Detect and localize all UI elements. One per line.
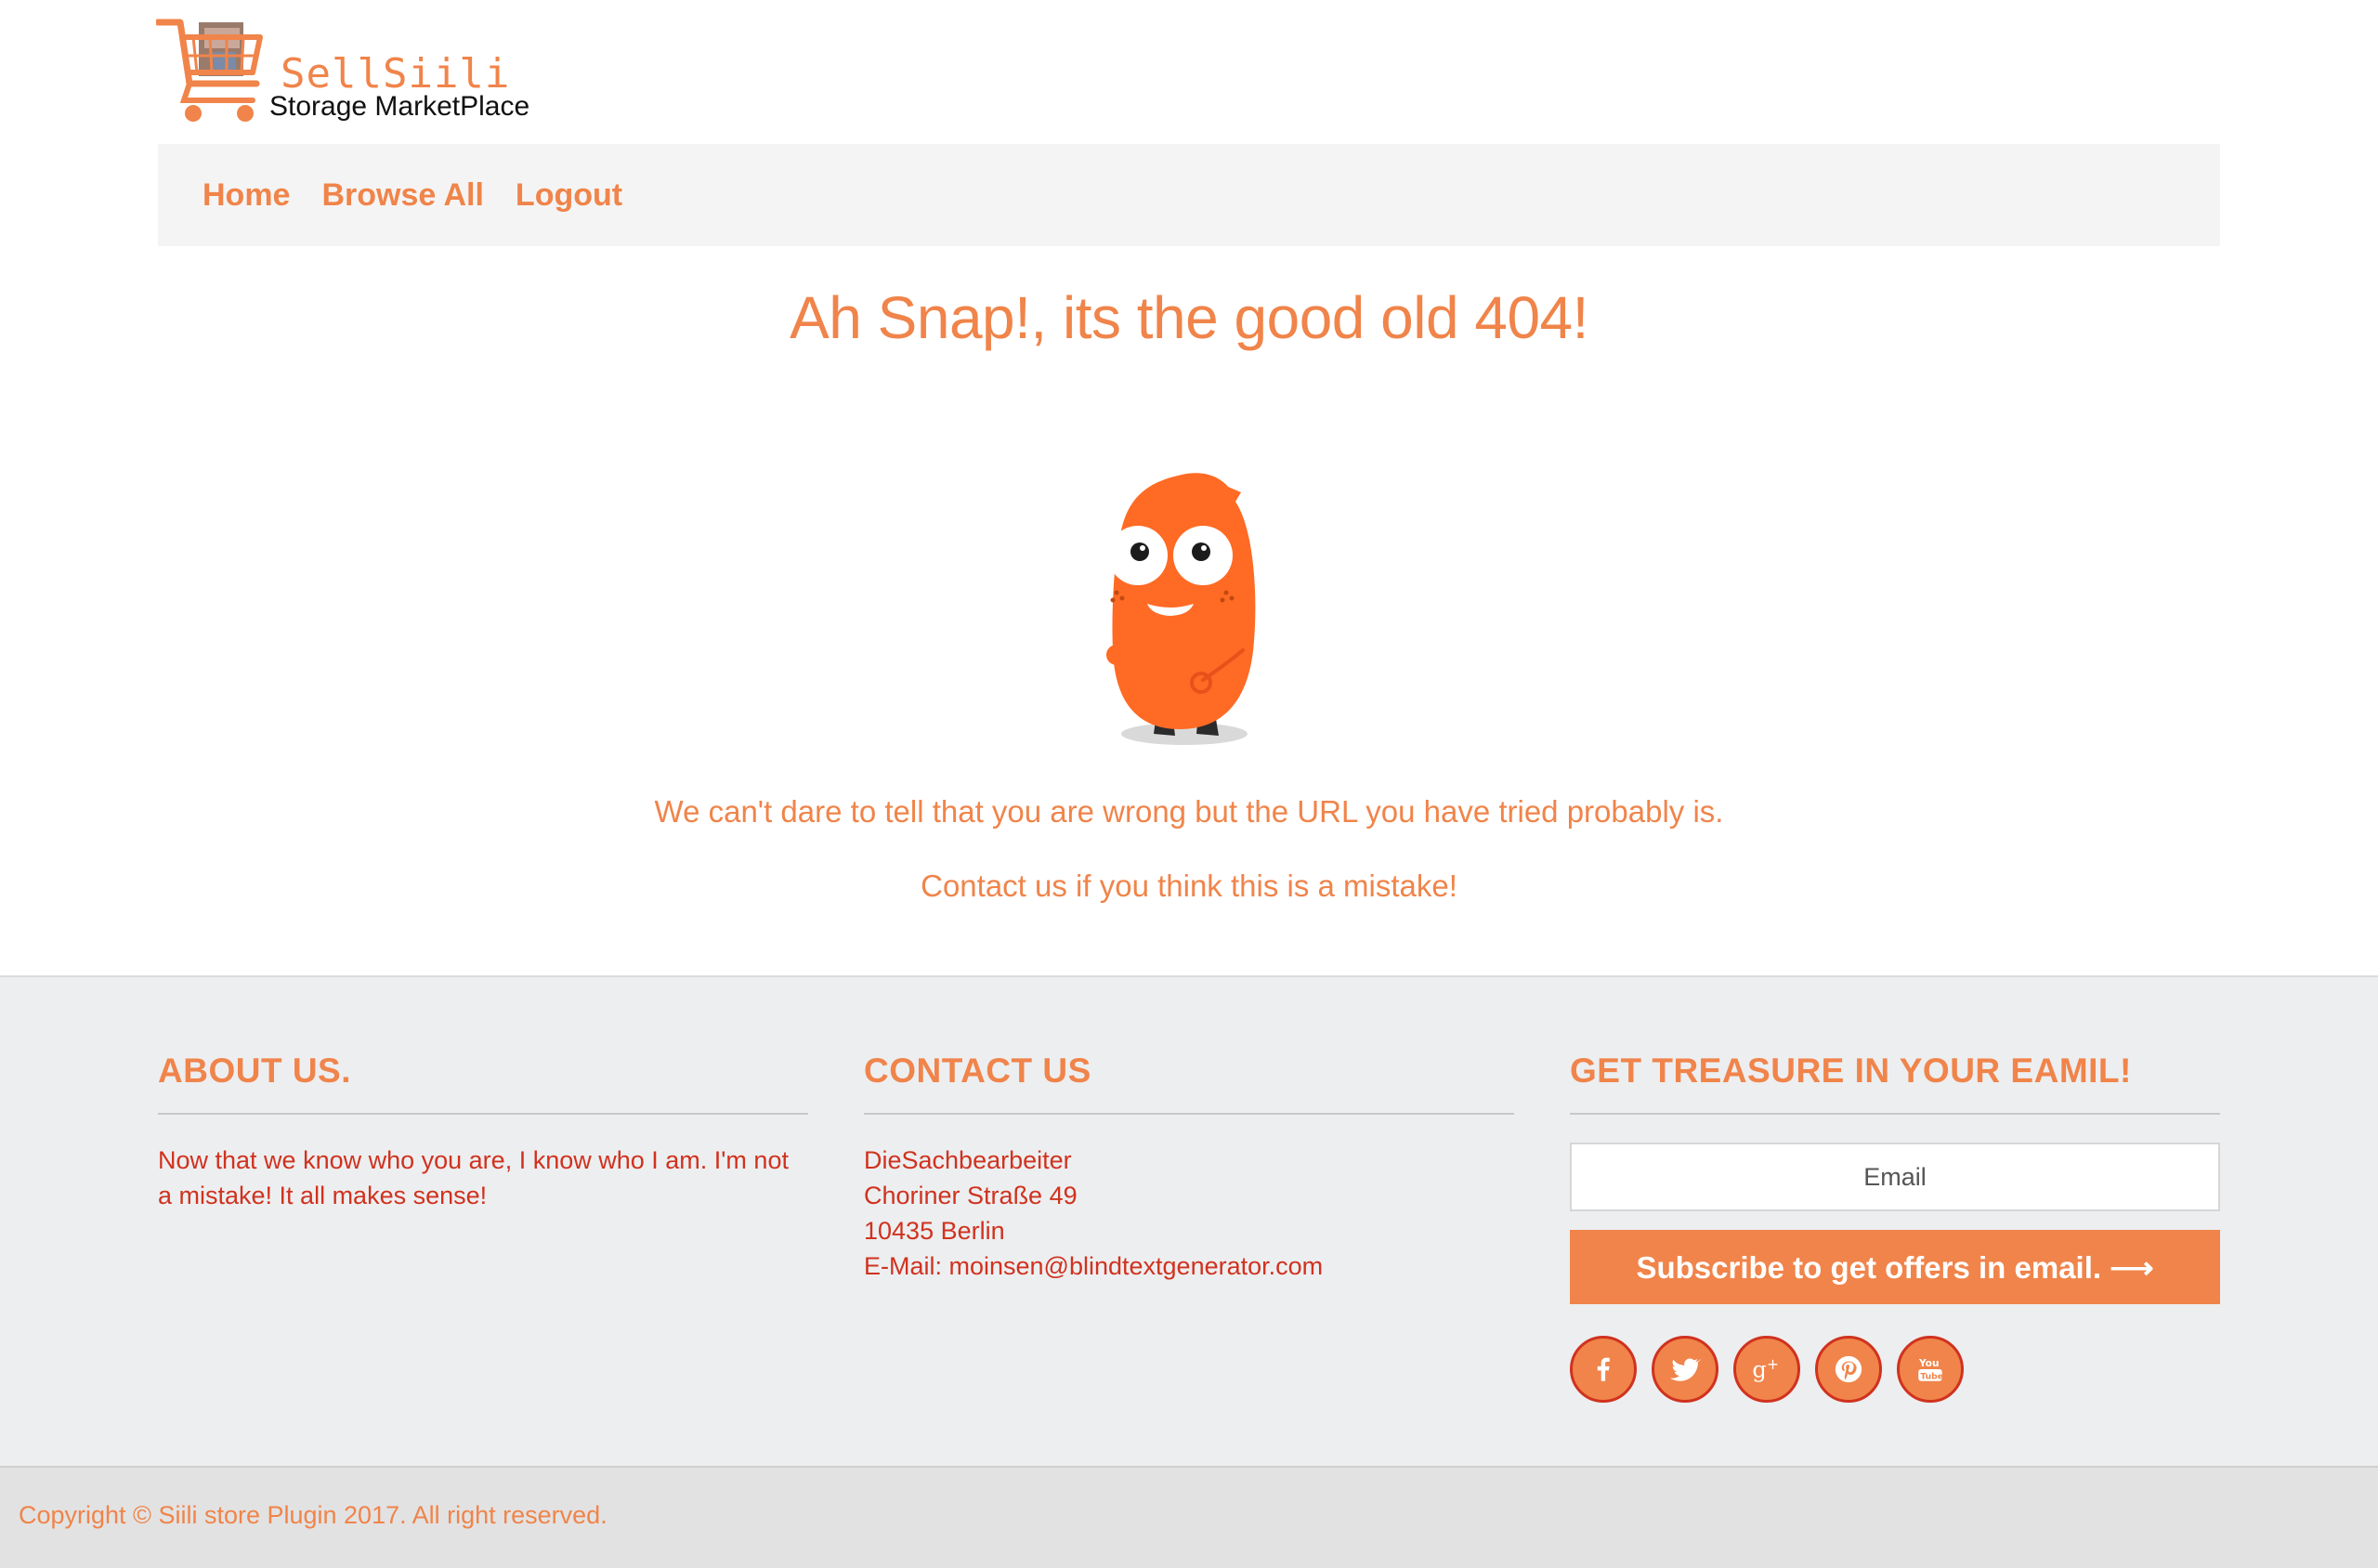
error-headline: Ah Snap!, its the good old 404! — [790, 284, 1588, 351]
nav-home-link[interactable]: Home — [203, 177, 290, 214]
site-footer: ABOUT US. Now that we know who you are, … — [0, 975, 2378, 1466]
orange-monster-illustration — [1106, 473, 1256, 745]
facebook-icon[interactable] — [1570, 1336, 1637, 1403]
nav-logout-link[interactable]: Logout — [516, 177, 622, 214]
youtube-icon[interactable]: You Tube — [1897, 1336, 1964, 1403]
google-plus-icon[interactable]: g + — [1733, 1336, 1800, 1403]
contact-street: Choriner Straße 49 — [864, 1182, 1078, 1209]
brand-logo[interactable]: SellSiili Storage MarketPlace — [156, 17, 546, 128]
contact-message: Contact us if you think this is a mistak… — [921, 869, 1457, 903]
svg-text:Tube: Tube — [1920, 1372, 1943, 1382]
nav-browse-all-link[interactable]: Browse All — [321, 177, 483, 214]
copyright-text: Copyright © Siili store Plugin 2017. All… — [19, 1501, 608, 1529]
about-text: Now that we know who you are, I know who… — [158, 1146, 789, 1209]
contact-company: DieSachbearbeiter — [864, 1146, 1072, 1174]
newsletter-title: GET TREASURE IN YOUR EAMIL! — [1570, 1052, 2220, 1115]
svg-text:You: You — [1918, 1357, 1940, 1369]
contact-address: DieSachbearbeiter Choriner Straße 49 104… — [864, 1143, 1514, 1284]
about-section: ABOUT US. Now that we know who you are, … — [158, 1052, 808, 1213]
svg-text:+: + — [1767, 1356, 1779, 1373]
about-title: ABOUT US. — [158, 1052, 808, 1115]
copyright-bar: Copyright © Siili store Plugin 2017. All… — [0, 1466, 2378, 1568]
contact-title: CONTACT US — [864, 1052, 1514, 1115]
contact-section: CONTACT US DieSachbearbeiter Choriner St… — [864, 1052, 1514, 1284]
newsletter-email-input[interactable] — [1570, 1143, 2220, 1211]
brand-tagline: Storage MarketPlace — [269, 91, 530, 122]
svg-text:g: g — [1752, 1357, 1766, 1383]
newsletter-section: GET TREASURE IN YOUR EAMIL! Subscribe to… — [1570, 1052, 2220, 1403]
error-message: We can't dare to tell that you are wrong… — [654, 794, 1724, 829]
twitter-icon[interactable] — [1652, 1336, 1718, 1403]
shopping-cart-icon — [156, 19, 263, 122]
subscribe-button[interactable]: Subscribe to get offers in email. ⟶ — [1570, 1230, 2220, 1304]
main-navbar: Home Browse All Logout — [158, 144, 2220, 246]
pinterest-icon[interactable] — [1815, 1336, 1882, 1403]
contact-email[interactable]: E-Mail: moinsen@blindtextgenerator.com — [864, 1248, 1514, 1284]
contact-city: 10435 Berlin — [864, 1217, 1005, 1245]
social-links: g + You Tube — [1570, 1336, 2220, 1403]
